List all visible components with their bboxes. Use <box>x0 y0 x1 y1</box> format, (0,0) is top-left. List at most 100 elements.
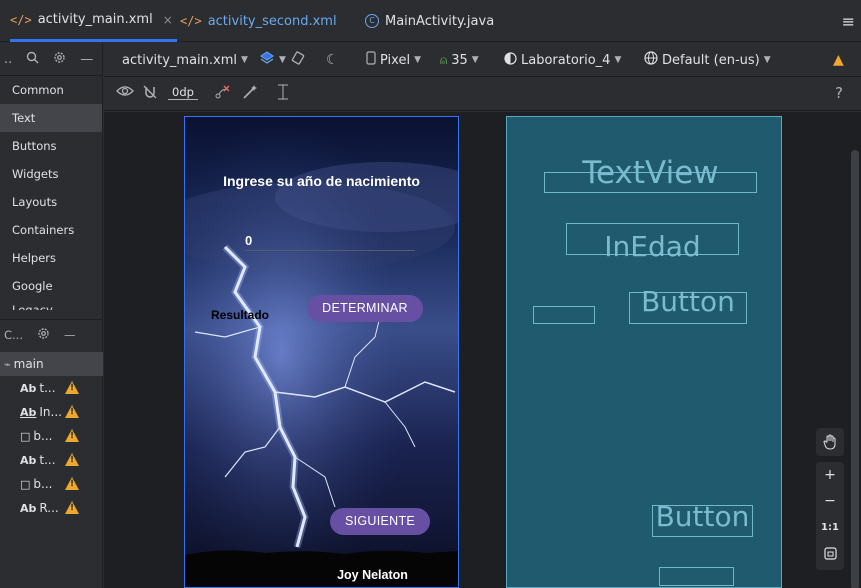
blueprint-footer-box[interactable] <box>659 567 734 586</box>
tree-item[interactable]: □ b... <box>0 472 103 496</box>
tree-item-label: b... <box>33 429 53 443</box>
button-icon: □ <box>20 429 31 443</box>
tab-activity-main[interactable]: </> activity_main.xml × <box>10 0 177 42</box>
warning-icon[interactable] <box>65 381 79 394</box>
tab-activity-second[interactable]: </> activity_second.xml <box>180 0 337 42</box>
device-selector[interactable]: Pixel ▼ <box>366 43 421 77</box>
component-tree-title: C... <box>4 327 23 342</box>
layers-icon <box>259 50 275 70</box>
tab-label: activity_main.xml <box>37 12 153 27</box>
textview-icon: Ab <box>20 381 37 395</box>
locale-selector[interactable]: Default (en-us) ▼ <box>644 43 771 77</box>
magnet-off-icon[interactable] <box>142 84 158 104</box>
design-surface-button[interactable]: ▼ <box>259 43 286 77</box>
warning-icon[interactable] <box>65 477 79 490</box>
palette-item-legacy[interactable]: Legacy <box>0 300 102 310</box>
textview-icon: Ab <box>20 501 37 515</box>
editor-tab-bar: </> activity_main.xml × </> activity_sec… <box>0 0 861 42</box>
blueprint-button-determinar[interactable]: Button <box>629 285 747 324</box>
theme-selector[interactable]: Laboratorio_4 ▼ <box>504 43 621 77</box>
chevron-down-icon: ▼ <box>471 55 479 65</box>
tree-item-label: t... <box>39 453 56 467</box>
zoom-fit-screen-icon[interactable] <box>816 540 844 566</box>
blueprint-button-label: Button <box>641 285 735 318</box>
palette-item-common[interactable]: Common <box>0 76 102 104</box>
warning-icon[interactable] <box>65 453 79 466</box>
chevron-down-icon: ▼ <box>763 55 771 65</box>
phone-icon <box>366 51 376 69</box>
api-level-selector[interactable]: ⍝ 35 ▼ <box>440 43 479 77</box>
close-icon[interactable]: × <box>163 13 173 27</box>
warning-icon[interactable] <box>65 405 79 418</box>
design-view[interactable]: Ingrese su año de nacimiento 0 Resultado… <box>184 116 459 588</box>
clear-constraints-icon[interactable] <box>214 84 230 104</box>
blueprint-result-box[interactable] <box>533 306 595 324</box>
infer-constraints-icon[interactable] <box>242 84 258 104</box>
gear-icon[interactable] <box>37 327 50 343</box>
tree-item[interactable]: Ab t... <box>0 376 103 400</box>
siguiente-button[interactable]: SIGUIENTE <box>330 508 430 535</box>
footer-text[interactable]: Joy Nelaton <box>285 568 458 582</box>
help-icon[interactable]: ? <box>835 84 843 102</box>
device-label: Pixel <box>380 52 411 68</box>
warning-icon[interactable] <box>65 501 79 514</box>
blueprint-textview[interactable]: TextView <box>544 155 757 193</box>
chevron-down-icon: ▼ <box>614 55 622 65</box>
night-mode-button[interactable]: ☾ <box>326 43 339 77</box>
zoom-in-button[interactable]: + <box>816 462 844 488</box>
result-text[interactable]: Resultado <box>211 308 269 322</box>
class-icon: C <box>365 14 379 28</box>
palette-item-buttons[interactable]: Buttons <box>0 132 102 160</box>
zoom-out-button[interactable]: − <box>816 488 844 514</box>
gear-icon[interactable] <box>53 51 66 68</box>
tree-item[interactable]: Ab t... <box>0 448 103 472</box>
default-margin-dropdown[interactable]: 0dp <box>168 85 198 100</box>
canvas-scrollbar[interactable] <box>851 150 859 588</box>
guidelines-icon[interactable] <box>276 84 290 104</box>
orientation-button[interactable] <box>290 43 306 77</box>
file-selector[interactable]: activity_main.xml ▼ <box>122 43 248 77</box>
tab-label: activity_second.xml <box>207 13 337 29</box>
palette-title: .. <box>4 51 13 67</box>
blueprint-button-siguiente[interactable]: Button <box>652 500 753 537</box>
year-input[interactable]: 0 <box>245 233 415 251</box>
tree-item-label: R... <box>39 501 59 515</box>
edittext-icon: Ab <box>20 405 37 419</box>
zoom-actual-size-button[interactable]: 1:1 <box>816 514 844 540</box>
textview-icon: Ab <box>20 453 37 467</box>
tree-item-main[interactable]: ⌁ main <box>0 352 103 376</box>
theme-icon <box>504 51 517 69</box>
blueprint-inedad[interactable]: InEdad <box>566 223 739 263</box>
palette-item-google[interactable]: Google <box>0 272 102 300</box>
title-text[interactable]: Ingrese su año de nacimiento <box>185 173 458 189</box>
blueprint-view[interactable]: TextView InEdad Button Button <box>506 116 782 588</box>
tree-item[interactable]: Ab In... <box>0 400 103 424</box>
palette-item-layouts[interactable]: Layouts <box>0 188 102 216</box>
design-canvas[interactable]: Ingrese su año de nacimiento 0 Resultado… <box>104 112 861 588</box>
layout-toolbar: activity_main.xml ▼ ▼ ☾ Pixel ▼ ⍝ 35 ▼ L… <box>104 43 861 77</box>
minimize-icon[interactable]: — <box>80 52 93 67</box>
tree-item[interactable]: Ab R... <box>0 496 103 520</box>
search-icon[interactable] <box>26 51 39 68</box>
determinar-button[interactable]: DETERMINAR <box>307 295 423 322</box>
chevron-down-icon: ▼ <box>241 55 248 65</box>
palette-item-text[interactable]: Text <box>0 104 102 132</box>
pan-hand-icon[interactable] <box>816 428 844 456</box>
minimize-icon[interactable]: — <box>64 328 76 342</box>
tab-list-menu-icon[interactable]: ≡ <box>842 12 855 31</box>
tab-main-activity[interactable]: C MainActivity.java <box>365 0 494 42</box>
tree-item[interactable]: □ b... <box>0 424 103 448</box>
tab-label: MainActivity.java <box>385 13 495 29</box>
button-icon: □ <box>20 477 31 491</box>
warning-indicator[interactable]: ▲ <box>833 43 844 77</box>
zoom-controls: + − 1:1 <box>816 462 844 570</box>
chevron-down-icon: ▼ <box>279 55 286 65</box>
warning-icon[interactable] <box>65 429 79 442</box>
eye-icon[interactable] <box>116 84 134 102</box>
palette-item-widgets[interactable]: Widgets <box>0 160 102 188</box>
chevron-down-icon: ▼ <box>414 55 421 65</box>
palette-item-containers[interactable]: Containers <box>0 216 102 244</box>
palette-header: .. — <box>0 43 102 76</box>
palette-item-helpers[interactable]: Helpers <box>0 244 102 272</box>
file-selector-label: activity_main.xml <box>122 52 238 68</box>
